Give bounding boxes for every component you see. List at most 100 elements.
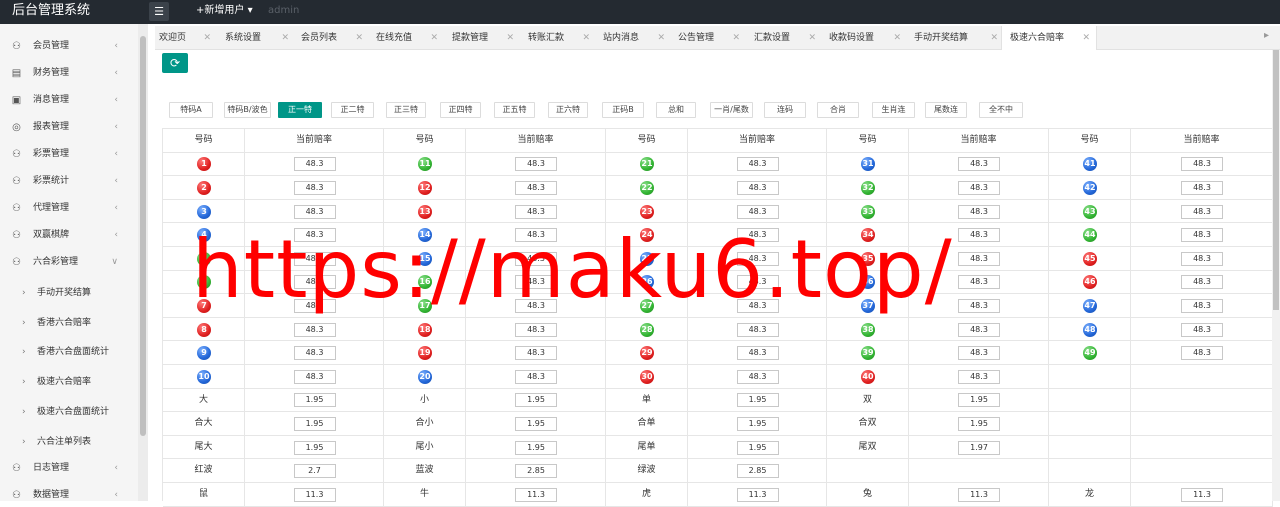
sidebar-item[interactable]: ⚇ 双赢棋牌 ‹	[0, 222, 138, 249]
tab-item[interactable]: 收款码设置 ✕	[829, 26, 901, 50]
rate-input[interactable]: 48.3	[958, 251, 1000, 266]
rate-input[interactable]: 48.3	[958, 322, 1000, 337]
sidebar-subitem[interactable]: › 六合注单列表	[0, 426, 138, 457]
rate-input[interactable]: 1.95	[515, 393, 557, 408]
rate-input[interactable]: 11.3	[1181, 487, 1223, 502]
rate-input[interactable]: 48.3	[1181, 228, 1223, 243]
sidebar-item[interactable]: ▤ 财务管理 ‹	[0, 60, 138, 87]
filter-button[interactable]: 尾数连	[925, 102, 967, 118]
tab-item[interactable]: 站内消息 ✕	[603, 26, 665, 50]
rate-input[interactable]: 48.3	[1181, 275, 1223, 290]
filter-button[interactable]: 生肖连	[872, 102, 915, 118]
rate-input[interactable]: 48.3	[958, 204, 1000, 219]
filter-button[interactable]: 一肖/尾数	[710, 102, 753, 118]
rate-input[interactable]: 48.3	[515, 180, 557, 195]
filter-button[interactable]: 连码	[764, 102, 806, 118]
close-icon[interactable]: ✕	[657, 26, 665, 50]
close-icon[interactable]: ✕	[203, 26, 211, 50]
filter-button[interactable]: 总和	[656, 102, 696, 118]
filter-button[interactable]: 正五特	[494, 102, 535, 118]
rate-input[interactable]: 48.3	[1181, 157, 1223, 172]
filter-button[interactable]: 正二特	[331, 102, 374, 118]
rate-input[interactable]: 48.3	[736, 157, 779, 172]
rate-input[interactable]: 48.3	[958, 228, 1000, 243]
close-icon[interactable]: ✕	[732, 26, 740, 50]
scrollbar-thumb[interactable]	[140, 36, 146, 436]
rate-input[interactable]: 48.3	[958, 369, 1000, 384]
rate-input[interactable]: 1.97	[958, 440, 1000, 455]
close-icon[interactable]: ✕	[582, 26, 590, 50]
rate-input[interactable]: 48.3	[1181, 180, 1223, 195]
rate-input[interactable]: 48.3	[1181, 298, 1223, 313]
rate-input[interactable]: 48.3	[736, 346, 779, 361]
rate-input[interactable]: 11.3	[293, 487, 336, 502]
sidebar-item[interactable]: ⚇ 日志管理 ‹	[0, 455, 138, 482]
rate-input[interactable]: 2.85	[515, 464, 557, 479]
rate-input[interactable]: 48.3	[958, 298, 1000, 313]
filter-button[interactable]: 正码B	[602, 102, 644, 118]
rate-input[interactable]: 48.3	[293, 369, 336, 384]
rate-input[interactable]: 48.3	[515, 322, 557, 337]
rate-input[interactable]: 48.3	[515, 369, 557, 384]
rate-input[interactable]: 2.7	[293, 464, 336, 479]
rate-input[interactable]: 1.95	[515, 440, 557, 455]
new-user-link[interactable]: +新增用户 ▾	[196, 5, 253, 17]
rate-input[interactable]: 1.95	[293, 416, 336, 431]
rate-input[interactable]: 48.3	[293, 322, 336, 337]
close-icon[interactable]: ✕	[1082, 26, 1090, 50]
rate-input[interactable]: 1.95	[293, 393, 336, 408]
rate-input[interactable]: 48.3	[958, 275, 1000, 290]
tab-item[interactable]: 提款管理 ✕	[452, 26, 514, 50]
sidebar-subitem[interactable]: › 手动开奖结算	[0, 278, 138, 308]
menu-toggle-button[interactable]: ☰	[149, 2, 169, 21]
rate-input[interactable]: 11.3	[958, 487, 1000, 502]
filter-button[interactable]: 正三特	[386, 102, 426, 118]
filter-button[interactable]: 特码B/波色	[224, 102, 271, 118]
rate-input[interactable]: 48.3	[293, 157, 336, 172]
rate-input[interactable]: 48.3	[293, 204, 336, 219]
tab-item[interactable]: 转账汇款 ✕	[528, 26, 590, 50]
close-icon[interactable]: ✕	[990, 26, 998, 50]
sidebar-subitem[interactable]: › 香港六合盘面统计	[0, 337, 138, 368]
sidebar-item[interactable]: ▣ 消息管理 ‹	[0, 87, 138, 114]
rate-input[interactable]: 1.95	[958, 416, 1000, 431]
sidebar-scrollbar[interactable]	[138, 24, 148, 501]
rate-input[interactable]: 48.3	[736, 180, 779, 195]
filter-button[interactable]: 正四特	[440, 102, 481, 118]
rate-input[interactable]: 48.3	[736, 204, 779, 219]
rate-input[interactable]: 11.3	[736, 487, 779, 502]
sidebar-item[interactable]: ⚇ 代理管理 ‹	[0, 195, 138, 222]
rate-input[interactable]: 1.95	[515, 416, 557, 431]
rate-input[interactable]: 48.3	[1181, 346, 1223, 361]
rate-input[interactable]: 48.3	[958, 157, 1000, 172]
rate-input[interactable]: 48.3	[515, 204, 557, 219]
sidebar-subitem[interactable]: › 香港六合赔率	[0, 307, 138, 338]
rate-input[interactable]: 48.3	[958, 346, 1000, 361]
tab-item[interactable]: 公告管理 ✕	[678, 26, 740, 50]
rate-input[interactable]: 2.85	[736, 464, 779, 479]
rate-input[interactable]: 1.95	[293, 440, 336, 455]
close-icon[interactable]: ✕	[281, 26, 289, 50]
rate-input[interactable]: 1.95	[736, 393, 779, 408]
rate-input[interactable]: 48.3	[958, 180, 1000, 195]
sidebar-subitem[interactable]: › 极速六合盘面统计	[0, 396, 138, 427]
sidebar-item[interactable]: ⚇ 会员管理 ‹	[0, 33, 138, 60]
filter-button[interactable]: 全不中	[979, 102, 1023, 118]
tab-item[interactable]: 汇款设置 ✕	[754, 26, 816, 50]
sidebar-subitem[interactable]: › 极速六合赔率	[0, 367, 138, 398]
filter-button[interactable]: 特码A	[169, 102, 213, 118]
rate-input[interactable]: 48.3	[515, 346, 557, 361]
close-icon[interactable]: ✕	[506, 26, 514, 50]
rate-input[interactable]: 1.95	[736, 416, 779, 431]
rate-input[interactable]: 48.3	[515, 157, 557, 172]
page-scrollbar[interactable]	[1272, 50, 1280, 501]
sidebar-item[interactable]: ⚇ 彩票统计 ‹	[0, 168, 138, 195]
tab-item[interactable]: 在线充值 ✕	[376, 26, 438, 50]
rate-input[interactable]: 48.3	[1181, 251, 1223, 266]
close-icon[interactable]: ✕	[893, 26, 901, 50]
rate-input[interactable]: 48.3	[1181, 204, 1223, 219]
rate-input[interactable]: 48.3	[293, 180, 336, 195]
sidebar-item[interactable]: ◎ 报表管理 ‹	[0, 114, 138, 141]
close-icon[interactable]: ✕	[355, 26, 363, 50]
filter-button[interactable]: 合肖	[817, 102, 859, 118]
